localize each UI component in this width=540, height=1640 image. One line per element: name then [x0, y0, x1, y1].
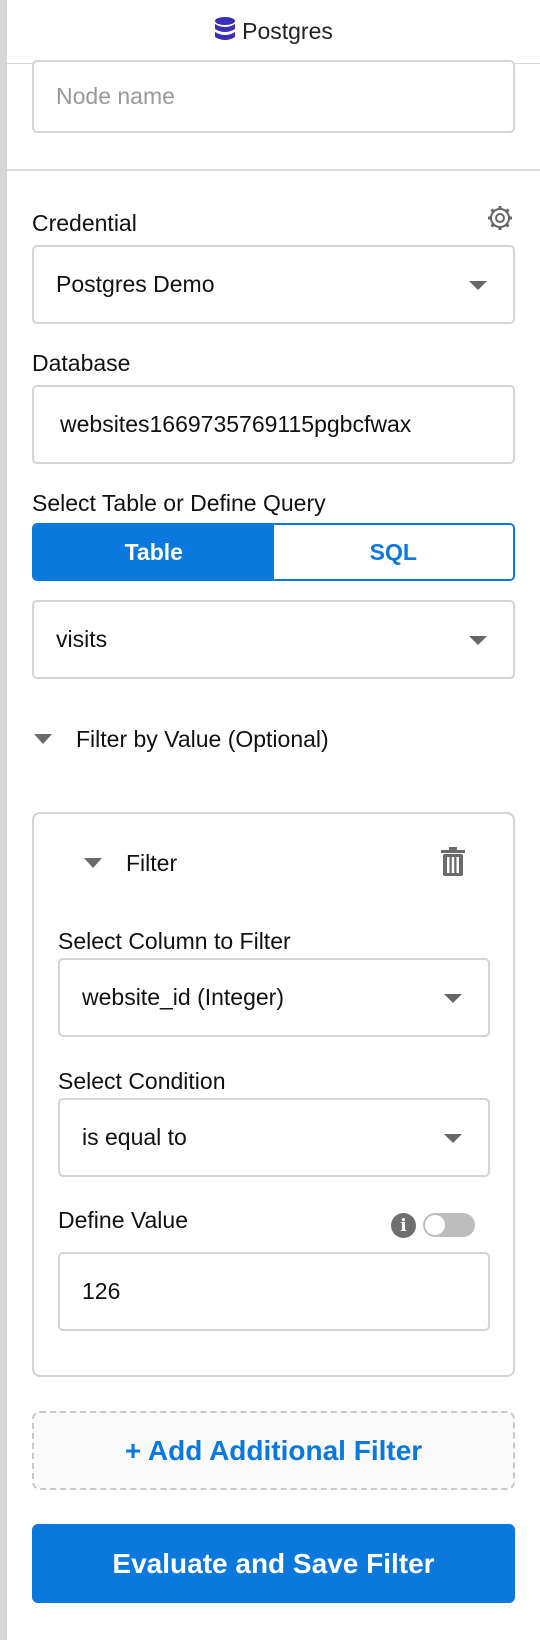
- chevron-down-icon: [469, 635, 487, 645]
- panel-header: Postgres: [7, 0, 540, 64]
- divider: [7, 169, 540, 171]
- credential-value: Postgres Demo: [56, 271, 215, 297]
- left-border: [0, 0, 7, 1640]
- value-text: 126: [82, 1278, 121, 1304]
- add-filter-label: + Add Additional Filter: [124, 1434, 423, 1466]
- evaluate-save-button[interactable]: Evaluate and Save Filter: [32, 1524, 515, 1603]
- panel-title: Postgres: [242, 18, 333, 44]
- node-name-input[interactable]: Node name: [32, 60, 515, 133]
- trash-icon[interactable]: [440, 847, 466, 882]
- condition-select[interactable]: is equal to: [58, 1098, 490, 1177]
- table-value: visits: [56, 626, 108, 652]
- value-input[interactable]: 126: [58, 1252, 490, 1331]
- database-label: Database: [32, 350, 131, 376]
- column-select[interactable]: website_id (Integer): [58, 958, 490, 1037]
- gear-icon[interactable]: [486, 204, 514, 237]
- database-icon: [214, 16, 236, 47]
- sql-option[interactable]: SQL: [273, 525, 513, 579]
- source-label: Select Table or Define Query: [32, 490, 326, 516]
- info-icon[interactable]: i: [391, 1213, 416, 1238]
- filter-title: Filter: [126, 850, 178, 876]
- add-filter-button[interactable]: + Add Additional Filter: [32, 1411, 515, 1490]
- condition-label: Select Condition: [58, 1068, 226, 1094]
- chevron-down-icon: [444, 1133, 462, 1143]
- table-option[interactable]: Table: [34, 525, 274, 579]
- collapse-triangle-icon[interactable]: [84, 858, 102, 868]
- database-input[interactable]: websites1669735769115pgbcfwax: [32, 385, 515, 464]
- value-toggle-switch[interactable]: [423, 1213, 475, 1237]
- switch-knob: [425, 1215, 445, 1235]
- collapse-triangle-icon[interactable]: [34, 734, 52, 744]
- credential-select[interactable]: Postgres Demo: [32, 245, 515, 324]
- table-sql-toggle: Table SQL: [32, 523, 515, 581]
- column-value: website_id (Integer): [82, 984, 284, 1010]
- database-value: websites1669735769115pgbcfwax: [60, 411, 412, 437]
- column-label: Select Column to Filter: [58, 928, 291, 954]
- condition-value: is equal to: [82, 1124, 187, 1150]
- chevron-down-icon: [444, 993, 462, 1003]
- chevron-down-icon: [469, 280, 487, 290]
- table-select[interactable]: visits: [32, 600, 515, 679]
- node-name-placeholder: Node name: [56, 83, 175, 109]
- value-label: Define Value: [58, 1207, 188, 1233]
- filter-section-label[interactable]: Filter by Value (Optional): [76, 726, 329, 753]
- credential-label: Credential: [32, 210, 137, 236]
- evaluate-save-label: Evaluate and Save Filter: [112, 1547, 435, 1579]
